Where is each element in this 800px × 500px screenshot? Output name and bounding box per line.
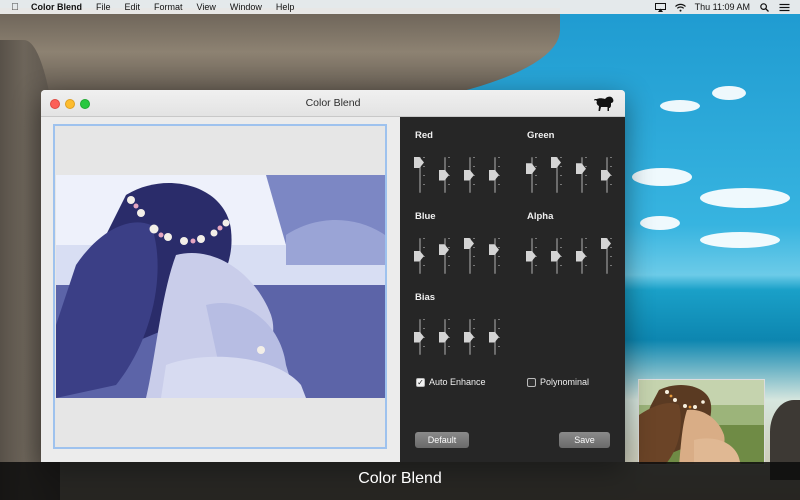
slider-track <box>581 157 583 193</box>
red-group-label: Red <box>415 130 433 141</box>
cloud <box>700 232 780 248</box>
title-bar[interactable]: Color Blend <box>41 90 625 117</box>
menu-edit[interactable]: Edit <box>125 2 141 12</box>
cloud <box>640 216 680 230</box>
control-panel: Red Green Blue Alpha Bias ✓ Auto Enhance Polyno… <box>400 117 625 462</box>
menu-help[interactable]: Help <box>276 2 295 12</box>
menu-file[interactable]: File <box>96 2 111 12</box>
notification-center-icon[interactable] <box>779 3 790 12</box>
polynominal-checkbox-row[interactable]: Polynominal <box>527 377 589 387</box>
spotlight-search-icon[interactable] <box>759 2 770 12</box>
default-button[interactable]: Default <box>415 432 469 448</box>
alpha-slider-2[interactable] <box>551 238 563 274</box>
polynominal-checkbox[interactable] <box>527 377 536 387</box>
blue-slider-4[interactable] <box>489 238 501 274</box>
red-slider-4[interactable] <box>489 157 501 193</box>
alpha-slider-3[interactable] <box>576 238 588 274</box>
auto-enhance-checkbox-row[interactable]: ✓ Auto Enhance <box>416 377 486 387</box>
slider-track <box>444 238 446 274</box>
bias-slider-4[interactable] <box>489 319 501 355</box>
original-image-thumbnail[interactable] <box>638 379 765 465</box>
alpha-slider-1[interactable] <box>526 238 538 274</box>
app-window: Color Blend Red Green Blue Alpha Bias ✓ … <box>41 90 625 462</box>
menu-app-name[interactable]: Color Blend <box>31 2 82 12</box>
status-area: Thu 11:09 AM <box>654 2 790 12</box>
auto-enhance-checkbox[interactable]: ✓ <box>416 377 425 387</box>
auto-enhance-label: Auto Enhance <box>429 377 486 387</box>
green-slider-1[interactable] <box>526 157 538 193</box>
slider-ticks <box>448 238 450 274</box>
red-slider-2[interactable] <box>439 157 451 193</box>
menu-clock[interactable]: Thu 11:09 AM <box>695 2 750 12</box>
bias-slider-2[interactable] <box>439 319 451 355</box>
alpha-slider-4[interactable] <box>601 238 613 274</box>
cloud <box>712 86 746 100</box>
caption-bar: Color Blend <box>0 462 800 500</box>
blue-slider-3[interactable] <box>464 238 476 274</box>
blue-slider-2[interactable] <box>439 238 451 274</box>
green-group-label: Green <box>527 130 555 141</box>
blue-slider-1[interactable] <box>414 238 426 274</box>
caption-title: Color Blend <box>358 470 442 487</box>
slider-ticks <box>498 238 500 274</box>
slider-track <box>494 238 496 274</box>
image-preview[interactable] <box>53 124 387 449</box>
blue-group-label: Blue <box>415 211 436 222</box>
bias-group-label: Bias <box>415 292 436 303</box>
red-slider-3[interactable] <box>464 157 476 193</box>
save-button[interactable]: Save <box>559 432 610 448</box>
slider-track <box>531 157 533 193</box>
cloud <box>660 100 700 112</box>
preview-photo <box>56 175 385 398</box>
polynominal-label: Polynominal <box>540 377 590 387</box>
apple-menu-icon[interactable]:  <box>9 2 21 13</box>
green-slider-2[interactable] <box>551 157 563 193</box>
menu-view[interactable]: View <box>197 2 216 12</box>
wifi-icon[interactable] <box>674 3 686 12</box>
menu-bar:  Color Blend File Edit Format View Wind… <box>0 0 800 14</box>
bias-slider-3[interactable] <box>464 319 476 355</box>
red-slider-1[interactable] <box>414 157 426 193</box>
green-slider-4[interactable] <box>601 157 613 193</box>
cloud <box>632 168 692 186</box>
bias-slider-1[interactable] <box>414 319 426 355</box>
photo-scene <box>56 175 385 398</box>
menu-format[interactable]: Format <box>154 2 183 12</box>
cloud <box>700 188 790 208</box>
green-slider-3[interactable] <box>576 157 588 193</box>
alpha-group-label: Alpha <box>527 211 554 222</box>
window-title: Color Blend <box>305 97 361 109</box>
thumbnail-scene <box>639 380 764 464</box>
slider-ticks <box>585 157 587 193</box>
airplay-icon[interactable] <box>654 2 666 12</box>
menu-window[interactable]: Window <box>230 2 262 12</box>
slider-ticks <box>535 157 537 193</box>
lion-icon <box>594 96 614 111</box>
